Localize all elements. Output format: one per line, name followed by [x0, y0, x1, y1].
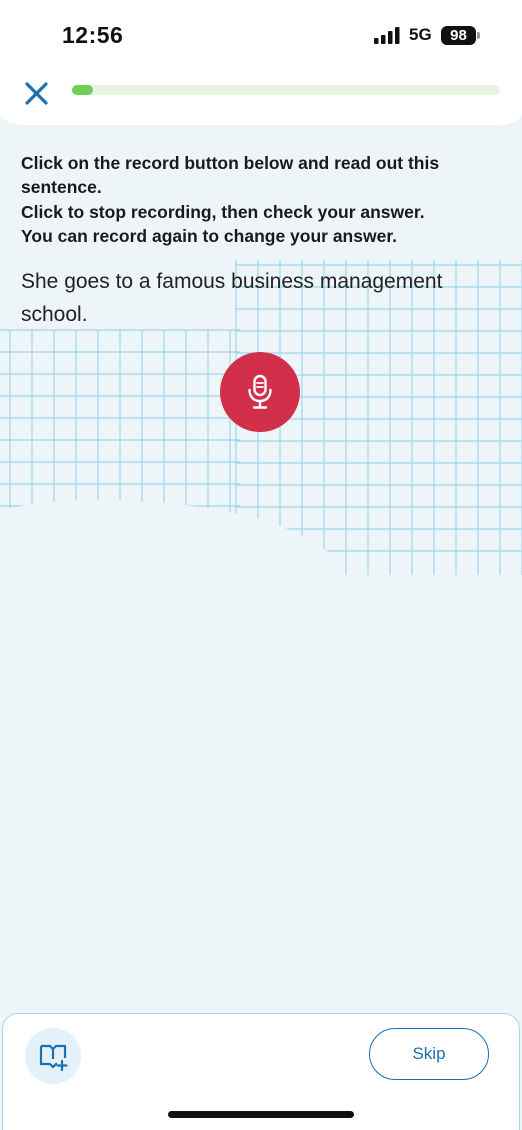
- battery-level: 98: [441, 26, 476, 45]
- battery-tip: [477, 32, 480, 39]
- lesson-header: [0, 70, 522, 125]
- progress-bar: [72, 85, 500, 95]
- add-to-vocabulary-button[interactable]: [25, 1028, 81, 1084]
- exercise-sentence: She goes to a famous business management…: [21, 270, 443, 326]
- instruction-line: Click on the record button below and rea…: [21, 153, 440, 198]
- close-icon: [25, 82, 48, 105]
- instruction-line: Click to stop recording, then check your…: [21, 201, 425, 222]
- microphone-icon: [248, 374, 272, 409]
- cellular-signal-icon: [374, 27, 400, 44]
- close-button[interactable]: [22, 78, 52, 108]
- book-plus-icon: [39, 1044, 68, 1072]
- status-time: 12:56: [62, 22, 124, 48]
- instructions: Click on the record button below and rea…: [21, 151, 501, 248]
- progress-fill: [72, 85, 94, 95]
- network-type: 5G: [409, 25, 432, 44]
- skip-button[interactable]: Skip: [369, 1028, 489, 1080]
- record-button[interactable]: [220, 352, 300, 432]
- home-indicator: [168, 1111, 354, 1118]
- status-bar: 12:56 5G 98: [0, 0, 522, 70]
